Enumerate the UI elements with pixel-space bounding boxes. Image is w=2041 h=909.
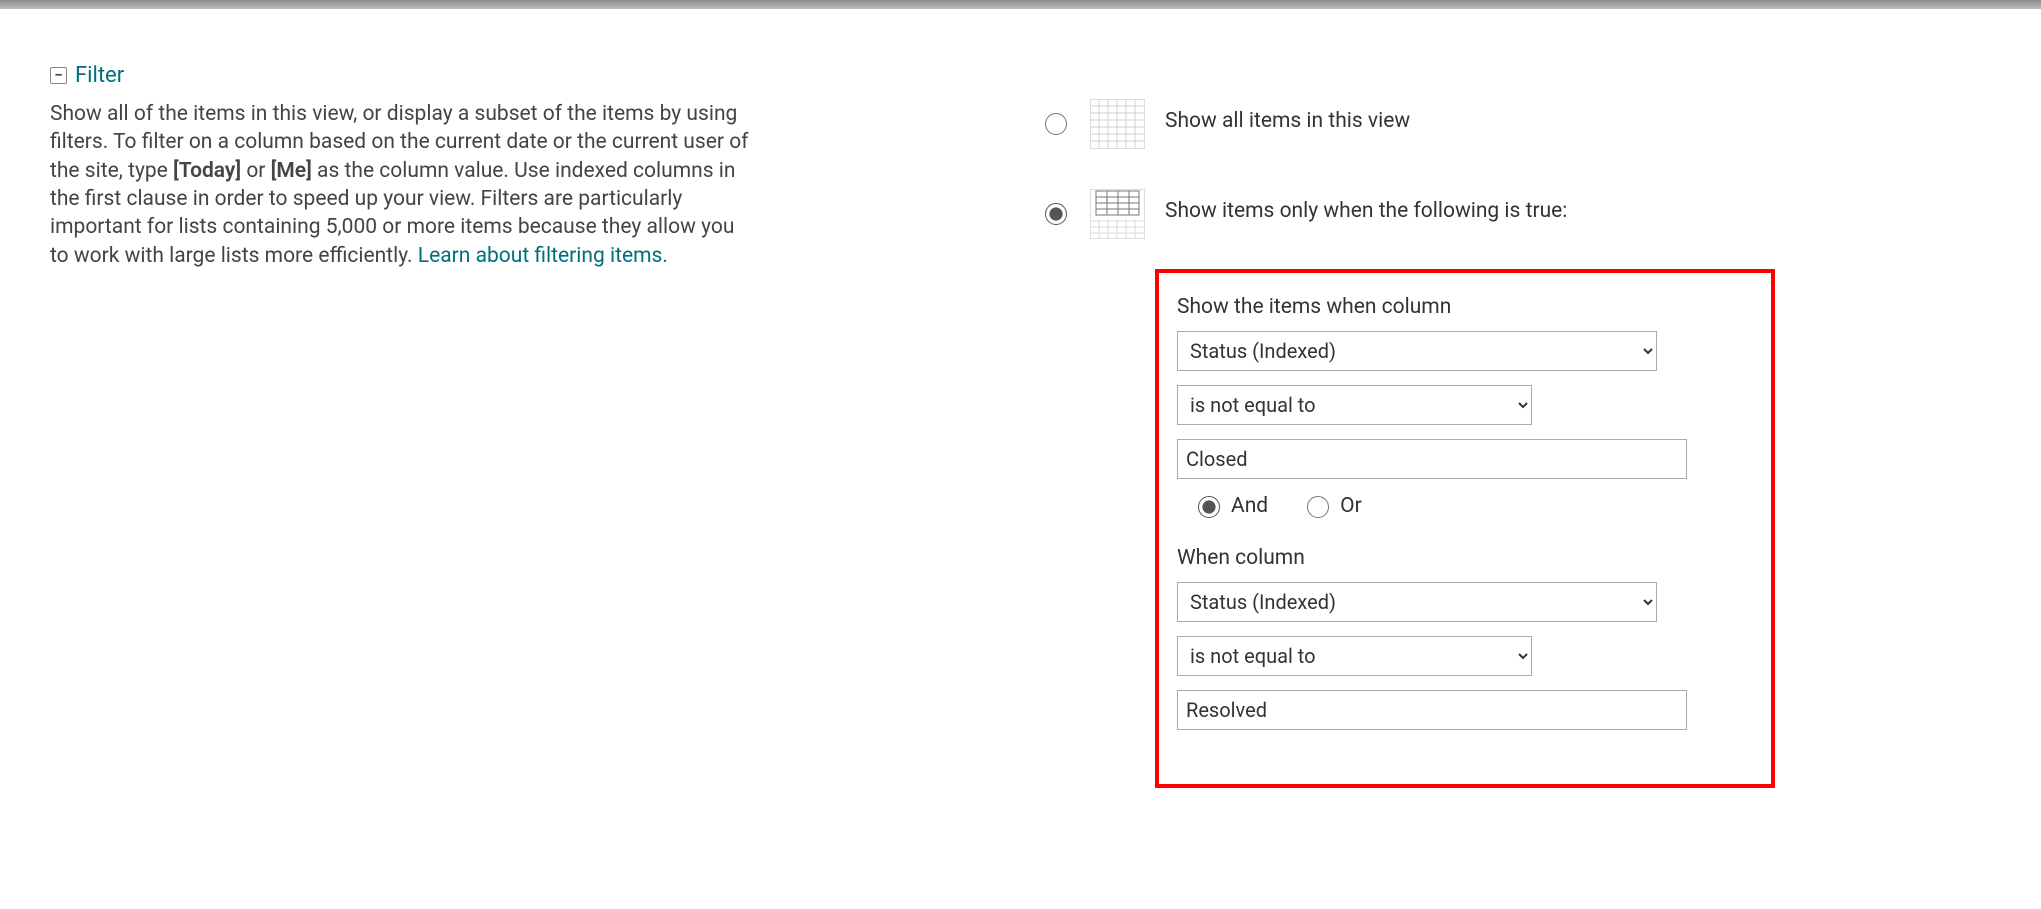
- clause2-value-input[interactable]: [1177, 690, 1687, 730]
- filter-clauses-highlight: Show the items when column Status (Index…: [1155, 269, 1775, 788]
- show-all-label: Show all items in this view: [1165, 109, 1410, 133]
- clause1-column-select[interactable]: Status (Indexed): [1177, 331, 1657, 371]
- desc-token-me: [Me]: [271, 159, 312, 183]
- filter-section-header: − Filter: [50, 63, 750, 88]
- logic-or-text: Or: [1340, 494, 1362, 518]
- learn-filtering-link[interactable]: Learn about filtering items.: [418, 244, 668, 268]
- logic-or-radio[interactable]: [1307, 496, 1329, 518]
- show-all-radio[interactable]: [1045, 113, 1067, 135]
- collapse-section-button[interactable]: −: [50, 67, 67, 84]
- option-show-all-row: Show all items in this view: [1040, 99, 1890, 149]
- filter-section-description: Show all of the items in this view, or d…: [50, 100, 750, 270]
- logic-and-radio[interactable]: [1198, 496, 1220, 518]
- filter-settings-section: − Filter Show all of the items in this v…: [0, 9, 2041, 909]
- clause2-operator-select[interactable]: is not equal to: [1177, 636, 1532, 676]
- logic-and-label[interactable]: And: [1193, 493, 1268, 518]
- show-when-label: Show items only when the following is tr…: [1165, 199, 1567, 223]
- desc-mid1: or: [246, 159, 270, 183]
- filter-section-left: − Filter Show all of the items in this v…: [50, 63, 750, 270]
- filter-heading-2: When column: [1177, 546, 1753, 570]
- filtered-grid-icon: [1090, 189, 1145, 239]
- logic-or-label[interactable]: Or: [1302, 493, 1362, 518]
- show-when-radio[interactable]: [1045, 203, 1067, 225]
- desc-token-today: [Today]: [173, 159, 241, 183]
- filter-section-right: Show all items in this view: [1040, 99, 1890, 788]
- clause1-operator-select[interactable]: is not equal to: [1177, 385, 1532, 425]
- option-show-when-row: Show items only when the following is tr…: [1040, 189, 1890, 239]
- filter-section-title: Filter: [75, 63, 124, 88]
- logic-and-text: And: [1231, 494, 1268, 518]
- window-title-band: [0, 0, 2041, 9]
- clause2-column-select[interactable]: Status (Indexed): [1177, 582, 1657, 622]
- logic-operator-group: And Or: [1193, 493, 1753, 518]
- all-items-grid-icon: [1090, 99, 1145, 149]
- filter-heading-1: Show the items when column: [1177, 295, 1753, 319]
- clause1-value-input[interactable]: [1177, 439, 1687, 479]
